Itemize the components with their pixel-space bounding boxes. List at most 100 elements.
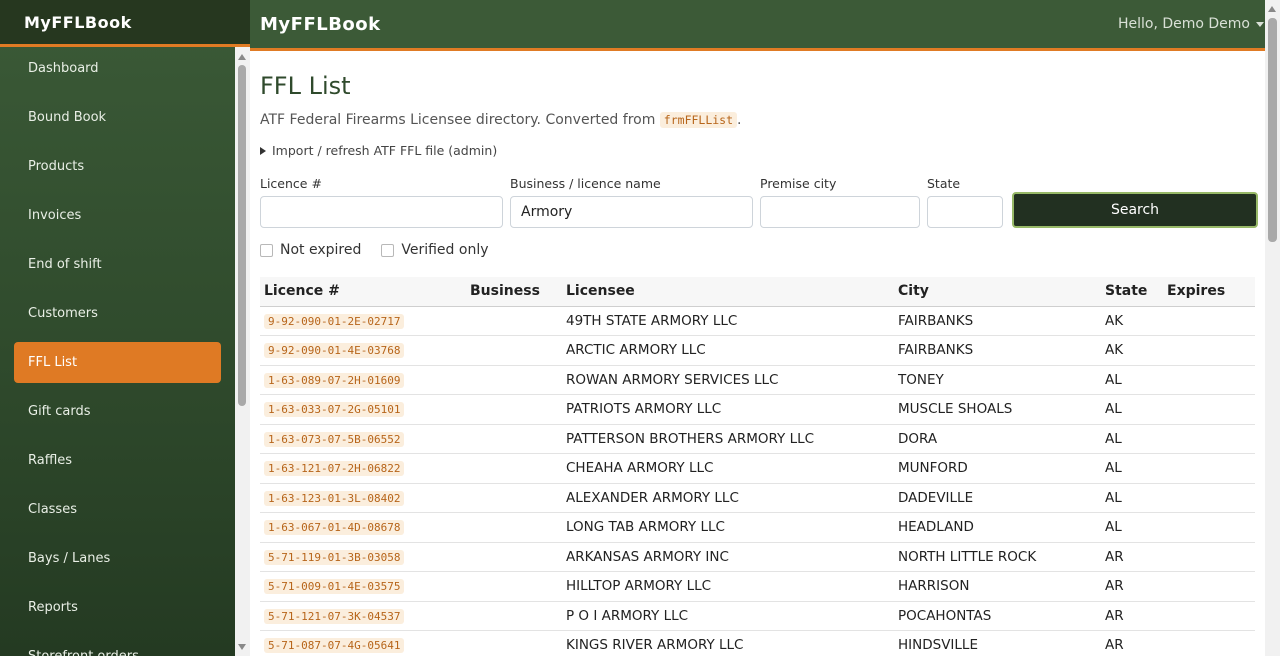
- topbar-title[interactable]: MyFFLBook: [260, 14, 381, 35]
- cell-expires: [1163, 453, 1255, 484]
- table-header-row: Licence # Business Licensee City State E…: [260, 277, 1255, 307]
- city-input[interactable]: [760, 196, 920, 228]
- scroll-up-arrow-icon[interactable]: [238, 54, 246, 60]
- table-row[interactable]: 1-63-089-07-2H-01609 ROWAN ARMORY SERVICE…: [260, 365, 1255, 395]
- sidebar-item-storefront-orders[interactable]: Storefront orders: [14, 636, 221, 656]
- search-button[interactable]: Search: [1012, 192, 1258, 228]
- table-row[interactable]: 1-63-123-01-3L-08402 ALEXANDER ARMORY LLC…: [260, 483, 1255, 513]
- name-input[interactable]: [510, 196, 753, 228]
- sidebar-item-bays-lanes[interactable]: Bays / Lanes: [14, 538, 221, 579]
- table-row[interactable]: 1-63-033-07-2G-05101 PATRIOTS ARMORY LLC M…: [260, 394, 1255, 425]
- table-row[interactable]: 9-92-090-01-4E-03768 ARCTIC ARMORY LLC FAI…: [260, 335, 1255, 366]
- verified-only-option[interactable]: Verified only: [381, 242, 489, 258]
- cell-business: [466, 335, 562, 366]
- main-content: FFL List ATF Federal Firearms Licensee d…: [250, 51, 1265, 656]
- cell-city: MUSCLE SHOALS: [894, 394, 1101, 425]
- column-header-state[interactable]: State: [1101, 277, 1163, 307]
- sidebar-item-dashboard[interactable]: Dashboard: [14, 48, 221, 89]
- table-row[interactable]: 9-92-090-01-2E-02717 49TH STATE ARMORY LL…: [260, 306, 1255, 336]
- licence-number-code[interactable]: 1-63-089-07-2H-01609: [264, 372, 405, 388]
- sidebar-item-products[interactable]: Products: [14, 146, 221, 187]
- licence-number-code[interactable]: 9-92-090-01-4E-03768: [264, 343, 405, 359]
- cell-expires: [1163, 365, 1255, 395]
- page-scrollbar[interactable]: [1265, 0, 1280, 656]
- name-label: Business / licence name: [510, 176, 661, 191]
- column-header-expires[interactable]: Expires: [1163, 277, 1255, 307]
- scroll-down-arrow-icon[interactable]: [238, 644, 246, 650]
- cell-licensee: ARCTIC ARMORY LLC: [562, 335, 894, 366]
- licence-number-code[interactable]: 1-63-073-07-5B-06552: [264, 431, 405, 447]
- licence-number-code[interactable]: 1-63-067-01-4D-08678: [264, 520, 405, 536]
- disclosure-triangle-icon: [260, 146, 266, 155]
- cell-city: HEADLAND: [894, 512, 1101, 543]
- cell-state: AL: [1101, 394, 1163, 425]
- caret-down-icon: [1256, 21, 1264, 27]
- cell-licence: 1-63-067-01-4D-08678: [260, 512, 466, 543]
- cell-licence: 1-63-089-07-2H-01609: [260, 365, 466, 395]
- not-expired-option[interactable]: Not expired: [260, 242, 361, 258]
- city-field-group: Premise city: [760, 176, 920, 228]
- table-row[interactable]: 5-71-009-01-4E-03575 HILLTOP ARMORY LLC HA…: [260, 571, 1255, 602]
- cell-state: AK: [1101, 306, 1163, 336]
- sidebar-item-raffles[interactable]: Raffles: [14, 440, 221, 481]
- search-form: Licence # Business / licence name Premis…: [260, 176, 1265, 228]
- column-header-city[interactable]: City: [894, 277, 1101, 307]
- table-row[interactable]: 5-71-121-07-3K-04537 P O I ARMORY LLC POCA…: [260, 601, 1255, 631]
- sidebar-item-customers[interactable]: Customers: [14, 293, 221, 334]
- licence-number-code[interactable]: 1-63-123-01-3L-08402: [264, 490, 405, 506]
- licence-number-code[interactable]: 5-71-087-07-4G-05641: [264, 638, 405, 654]
- sidebar-scrollbar-thumb[interactable]: [238, 65, 246, 406]
- sidebar-item-bound-book[interactable]: Bound Book: [14, 97, 221, 138]
- column-header-licence[interactable]: Licence #: [260, 277, 466, 307]
- verified-only-checkbox[interactable]: [381, 243, 395, 257]
- cell-business: [466, 630, 562, 656]
- cell-state: AL: [1101, 483, 1163, 513]
- licence-number-code[interactable]: 5-71-121-07-3K-04537: [264, 608, 405, 624]
- table-row[interactable]: 1-63-121-07-2H-06822 CHEAHA ARMORY LLC MUN…: [260, 453, 1255, 484]
- licence-number-code[interactable]: 1-63-033-07-2G-05101: [264, 402, 405, 418]
- cell-licence: 1-63-033-07-2G-05101: [260, 394, 466, 425]
- cell-state: AR: [1101, 601, 1163, 631]
- cell-state: AL: [1101, 453, 1163, 484]
- ffl-table: Licence # Business Licensee City State E…: [260, 277, 1255, 656]
- cell-licensee: LONG TAB ARMORY LLC: [562, 512, 894, 543]
- verified-only-label: Verified only: [401, 242, 489, 258]
- cell-licence: 1-63-123-01-3L-08402: [260, 483, 466, 513]
- column-header-business[interactable]: Business: [466, 277, 562, 307]
- sidebar-brand[interactable]: MyFFLBook: [0, 0, 250, 47]
- page-scrollbar-thumb[interactable]: [1268, 18, 1277, 242]
- cell-licensee: PATTERSON BROTHERS ARMORY LLC: [562, 424, 894, 454]
- page-scroll-up-arrow-icon[interactable]: [1268, 6, 1276, 12]
- sidebar-item-classes[interactable]: Classes: [14, 489, 221, 530]
- cell-expires: [1163, 542, 1255, 572]
- cell-expires: [1163, 335, 1255, 366]
- sidebar: MyFFLBook Dashboard Bound Book Products Inv…: [0, 0, 250, 656]
- licence-number-code[interactable]: 5-71-009-01-4E-03575: [264, 579, 405, 595]
- sidebar-item-reports[interactable]: Reports: [14, 587, 221, 628]
- import-details-toggle[interactable]: Import / refresh ATF FFL file (admin): [260, 143, 1265, 158]
- cell-state: AL: [1101, 424, 1163, 454]
- licence-number-code[interactable]: 9-92-090-01-2E-02717: [264, 313, 405, 329]
- cell-licensee: ALEXANDER ARMORY LLC: [562, 483, 894, 513]
- not-expired-checkbox[interactable]: [260, 243, 273, 257]
- sidebar-item-end-of-shift[interactable]: End of shift: [14, 244, 221, 285]
- table-row[interactable]: 5-71-119-01-3B-03058 ARKANSAS ARMORY INC N…: [260, 542, 1255, 572]
- column-header-licensee[interactable]: Licensee: [562, 277, 894, 307]
- table-row[interactable]: 1-63-067-01-4D-08678 LONG TAB ARMORY LLC H…: [260, 512, 1255, 543]
- cell-licensee: ARKANSAS ARMORY INC: [562, 542, 894, 572]
- cell-licence: 9-92-090-01-2E-02717: [260, 306, 466, 336]
- licence-number-code[interactable]: 1-63-121-07-2H-06822: [264, 461, 405, 477]
- licence-input[interactable]: [260, 196, 503, 228]
- cell-business: [466, 542, 562, 572]
- table-row[interactable]: 5-71-087-07-4G-05641 KINGS RIVER ARMORY L…: [260, 630, 1255, 656]
- sidebar-item-gift-cards[interactable]: Gift cards: [14, 391, 221, 432]
- cell-business: [466, 394, 562, 425]
- sidebar-scrollbar[interactable]: [235, 47, 250, 656]
- table-row[interactable]: 1-63-073-07-5B-06552 PATTERSON BROTHERS A…: [260, 424, 1255, 454]
- licence-number-code[interactable]: 5-71-119-01-3B-03058: [264, 549, 405, 565]
- user-menu[interactable]: Hello, Demo Demo: [1118, 16, 1264, 32]
- sidebar-item-invoices[interactable]: Invoices: [14, 195, 221, 236]
- sidebar-item-ffl-list[interactable]: FFL List: [14, 342, 221, 383]
- cell-business: [466, 512, 562, 543]
- state-input[interactable]: [927, 196, 1003, 228]
